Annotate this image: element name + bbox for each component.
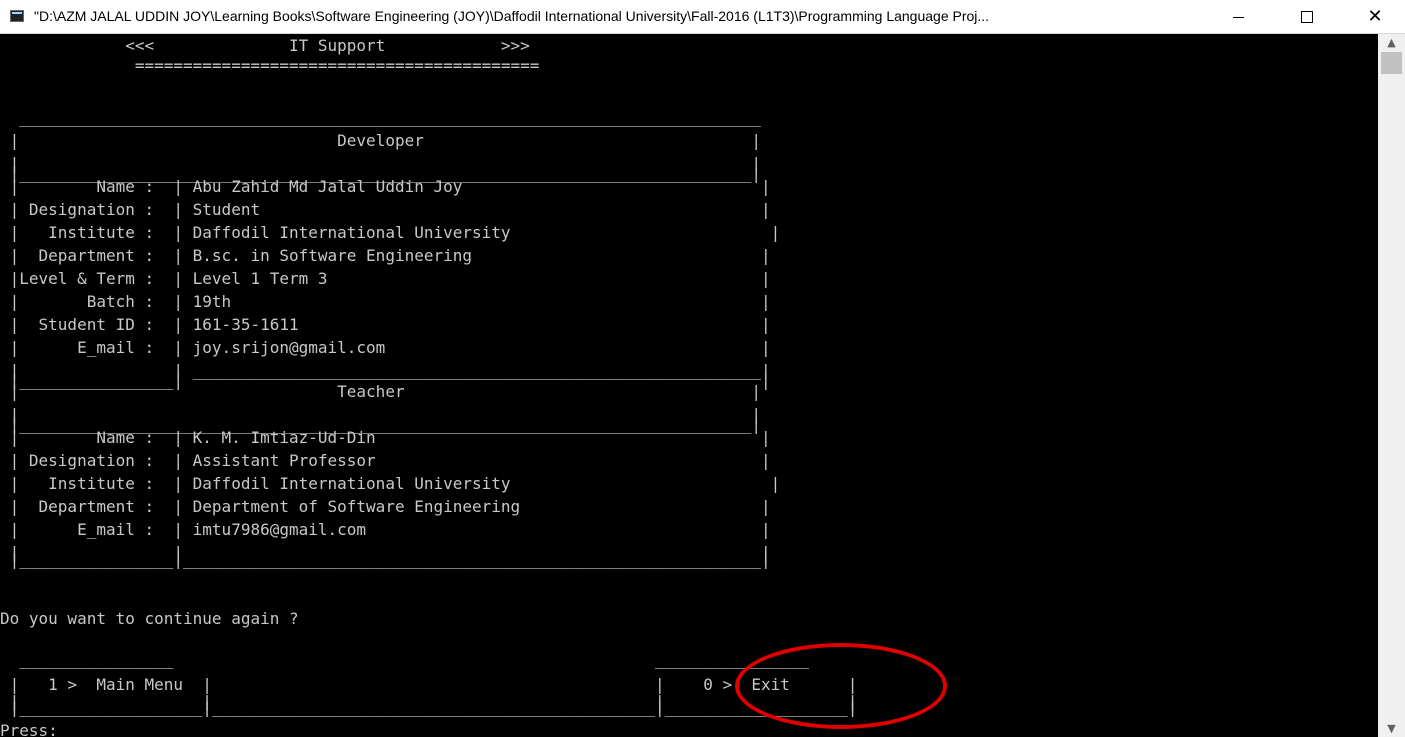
press-prompt[interactable]: Press:	[0, 719, 58, 737]
scrollbar-thumb[interactable]	[1381, 52, 1402, 74]
close-button[interactable]: ✕	[1352, 0, 1398, 34]
developer-row-name: | Name : | Abu Zahid Md Jalal Uddin Joy …	[0, 177, 771, 196]
close-icon: ✕	[1367, 6, 1383, 27]
teacher-row-name: | Name : | K. M. Imtiaz-Ud-Din |	[0, 428, 771, 447]
title-bar[interactable]: "D:\AZM JALAL UDDIN JOY\Learning Books\S…	[0, 0, 1405, 34]
console-output[interactable]: <<< IT Support >>> =====================…	[0, 34, 1378, 737]
window-title: "D:\AZM JALAL UDDIN JOY\Learning Books\S…	[34, 8, 990, 24]
teacher-row-email: | E_mail : | imtu7986@gmail.com |	[0, 520, 771, 539]
developer-row-institute: | Institute : | Daffodil International U…	[0, 223, 781, 242]
developer-row-designation: | Designation : | Student |	[0, 200, 771, 219]
vertical-scrollbar[interactable]: ▲ ▼	[1378, 34, 1405, 737]
scroll-up-arrow-icon[interactable]: ▲	[1378, 34, 1405, 51]
maximize-icon	[1301, 11, 1313, 23]
minimize-button[interactable]	[1215, 0, 1261, 34]
teacher-section-title: | Teacher |	[0, 382, 761, 401]
continue-prompt: Do you want to continue again ?	[0, 609, 299, 628]
scroll-down-arrow-icon[interactable]: ▼	[1378, 720, 1405, 737]
teacher-row-designation: | Designation : | Assistant Professor |	[0, 451, 771, 470]
developer-row-email: | E_mail : | joy.srijon@gmail.com |	[0, 338, 771, 357]
menu-top-border: ________________ ________________	[0, 650, 810, 669]
teacher-row-institute: | Institute : | Daffodil International U…	[0, 474, 781, 493]
developer-section-title: | Developer |	[0, 131, 761, 150]
table-bottom-border: |________________|______________________…	[0, 550, 771, 569]
menu-bottom-border: |___________________|___________________…	[0, 698, 858, 717]
developer-row-level-term: |Level & Term : | Level 1 Term 3 |	[0, 269, 771, 288]
teacher-row-department: | Department : | Department of Software …	[0, 497, 771, 516]
console-window: "D:\AZM JALAL UDDIN JOY\Learning Books\S…	[0, 0, 1405, 737]
table-top-border: ________________________________________…	[0, 108, 761, 127]
maximize-button[interactable]	[1284, 0, 1330, 34]
developer-row-student-id: | Student ID : | 161-35-1611 |	[0, 315, 771, 334]
header-rule: ========================================…	[0, 56, 540, 75]
console-app-icon[interactable]	[10, 10, 24, 22]
developer-row-department: | Department : | B.sc. in Software Engin…	[0, 246, 771, 265]
minimize-icon	[1232, 16, 1244, 18]
developer-row-batch: | Batch : | 19th |	[0, 292, 771, 311]
